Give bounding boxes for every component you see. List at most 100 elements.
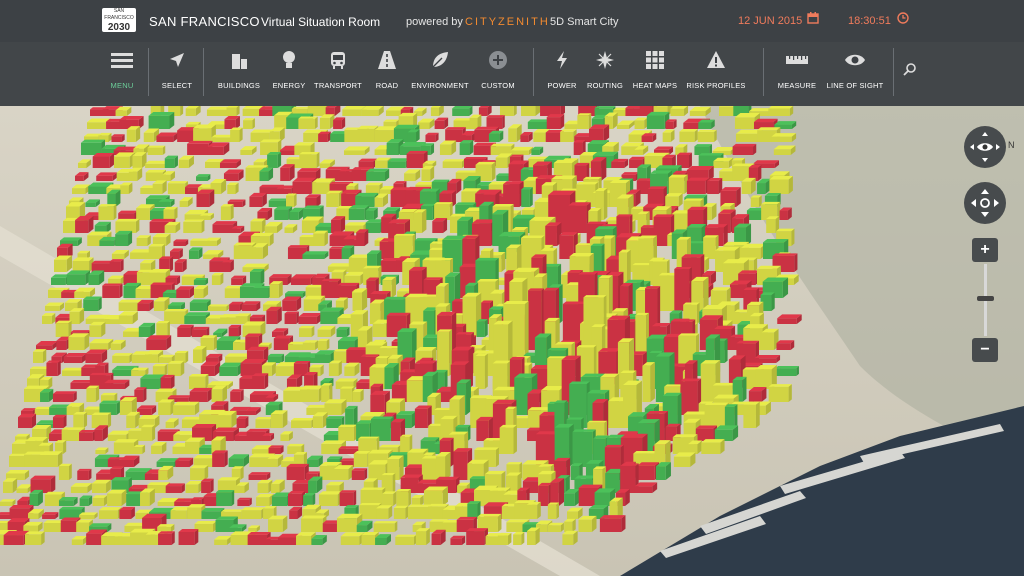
building-block[interactable] — [201, 478, 214, 493]
building-block[interactable] — [158, 531, 175, 545]
building-block[interactable] — [24, 531, 45, 545]
building-block[interactable] — [241, 507, 265, 519]
building-block[interactable] — [302, 251, 329, 259]
building-block[interactable] — [200, 361, 221, 376]
building-block[interactable] — [42, 313, 56, 324]
building-block[interactable] — [40, 388, 54, 402]
building-block[interactable] — [437, 329, 453, 376]
building-block[interactable] — [662, 129, 675, 142]
building-block[interactable] — [220, 204, 234, 220]
environment-button[interactable]: ENVIRONMENT — [410, 50, 470, 98]
building-block[interactable] — [219, 362, 243, 376]
building-block[interactable] — [686, 177, 710, 194]
building-block[interactable] — [499, 106, 517, 116]
building-block[interactable] — [589, 124, 610, 142]
orbit-control[interactable] — [964, 126, 1006, 168]
building-block[interactable] — [655, 462, 671, 480]
building-block[interactable] — [226, 106, 240, 116]
building-block[interactable] — [72, 257, 94, 272]
building-block[interactable] — [42, 512, 59, 519]
building-block[interactable] — [414, 405, 432, 428]
building-block[interactable] — [148, 111, 175, 129]
building-block[interactable] — [268, 198, 289, 207]
building-block[interactable] — [748, 387, 767, 402]
building-block[interactable] — [439, 140, 457, 155]
building-block[interactable] — [178, 529, 199, 545]
building-block[interactable] — [249, 192, 267, 207]
building-block[interactable] — [301, 515, 327, 532]
building-block[interactable] — [230, 127, 243, 142]
building-block[interactable] — [338, 424, 358, 441]
building-block[interactable] — [126, 411, 140, 428]
building-block[interactable] — [411, 495, 424, 506]
building-block[interactable] — [79, 430, 96, 441]
building-block[interactable] — [188, 247, 203, 259]
building-block[interactable] — [395, 534, 417, 545]
building-block[interactable] — [199, 213, 214, 220]
building-block[interactable] — [228, 324, 242, 337]
building-block[interactable] — [761, 328, 779, 350]
building-block[interactable] — [158, 399, 175, 415]
building-block[interactable] — [743, 401, 760, 428]
building-block[interactable] — [695, 425, 718, 441]
building-block[interactable] — [775, 366, 799, 376]
building-block[interactable] — [132, 152, 147, 168]
buildings-button[interactable]: BUILDINGS — [214, 50, 264, 98]
building-block[interactable] — [193, 346, 207, 363]
building-block[interactable] — [490, 143, 515, 155]
building-block[interactable] — [89, 339, 114, 350]
building-block[interactable] — [670, 106, 689, 116]
building-block[interactable] — [212, 450, 228, 467]
building-block[interactable] — [98, 507, 122, 519]
building-block[interactable] — [768, 384, 792, 402]
building-block[interactable] — [190, 465, 209, 480]
building-block[interactable] — [435, 451, 451, 480]
building-block[interactable] — [777, 314, 802, 324]
building-block[interactable] — [707, 177, 723, 194]
building-block[interactable] — [137, 299, 154, 311]
building-block[interactable] — [318, 491, 342, 506]
building-block[interactable] — [111, 134, 125, 142]
building-block[interactable] — [476, 319, 488, 337]
building-block[interactable] — [219, 159, 241, 168]
building-block[interactable] — [91, 479, 111, 493]
building-block[interactable] — [356, 229, 369, 246]
building-block[interactable] — [96, 172, 118, 181]
building-block[interactable] — [373, 521, 398, 532]
building-block[interactable] — [98, 204, 117, 220]
building-block[interactable] — [176, 286, 195, 298]
building-block[interactable] — [282, 296, 302, 311]
zoom-out-button[interactable]: − — [972, 338, 998, 362]
measure-button[interactable]: MEASURE — [776, 50, 818, 98]
building-block[interactable] — [0, 499, 16, 506]
building-block[interactable] — [577, 113, 592, 129]
building-block[interactable] — [250, 218, 266, 233]
building-block[interactable] — [564, 518, 576, 532]
building-block[interactable] — [126, 126, 141, 142]
building-block[interactable] — [280, 164, 295, 181]
building-block[interactable] — [29, 489, 43, 506]
building-block[interactable] — [167, 360, 185, 376]
building-block[interactable] — [58, 497, 78, 506]
building-block[interactable] — [70, 483, 92, 493]
building-block[interactable] — [288, 490, 306, 506]
building-block[interactable] — [207, 142, 230, 155]
building-block[interactable] — [95, 447, 109, 454]
building-block[interactable] — [156, 321, 170, 337]
building-block[interactable] — [228, 454, 250, 467]
building-block[interactable] — [174, 259, 187, 272]
building-block[interactable] — [366, 168, 390, 181]
building-block[interactable] — [248, 472, 271, 480]
building-block[interactable] — [230, 389, 244, 402]
building-block[interactable] — [303, 493, 316, 506]
building-block[interactable] — [393, 505, 409, 519]
building-block[interactable] — [741, 177, 756, 194]
building-block[interactable] — [189, 299, 211, 311]
building-block[interactable] — [52, 391, 77, 402]
building-block[interactable] — [46, 360, 61, 376]
building-block[interactable] — [196, 189, 215, 207]
building-block[interactable] — [183, 219, 205, 233]
building-block[interactable] — [319, 114, 335, 129]
heat-maps-button[interactable]: HEAT MAPS — [632, 50, 678, 98]
building-block[interactable] — [396, 489, 411, 506]
